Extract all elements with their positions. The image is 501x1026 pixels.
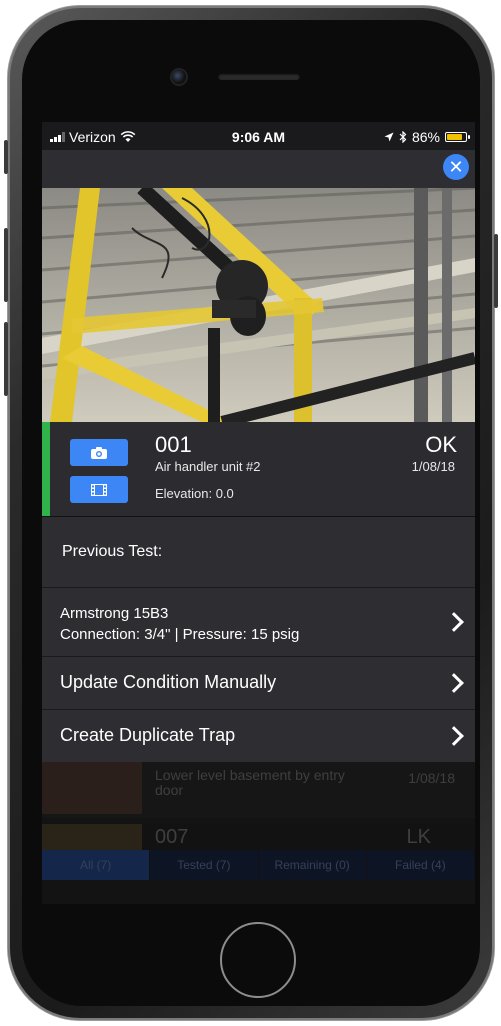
trap-photo[interactable] bbox=[42, 188, 475, 422]
close-icon: ✕ bbox=[448, 157, 464, 177]
location-arrow-icon bbox=[384, 132, 394, 142]
tab-failed[interactable]: Failed (4) bbox=[366, 850, 475, 880]
trap-summary-card: 001 Air handler unit #2 Elevation: 0.0 O… bbox=[42, 422, 475, 517]
status-bar: Verizon 9:06 AM 86% bbox=[42, 122, 475, 150]
front-camera bbox=[172, 70, 186, 84]
update-condition-label: Update Condition Manually bbox=[60, 672, 277, 692]
battery-icon bbox=[445, 132, 470, 142]
volume-up-button bbox=[4, 228, 8, 302]
modal-header: ✕ bbox=[42, 150, 475, 188]
tab-all[interactable]: All (7) bbox=[42, 850, 151, 880]
status-right: 86% bbox=[384, 129, 470, 145]
trap-detail-modal: ✕ 001 Air handler unit #2 Elevation: 0.0… bbox=[42, 150, 475, 762]
previous-test-label: Previous Test: bbox=[62, 543, 163, 560]
close-button[interactable]: ✕ bbox=[443, 154, 469, 180]
trap-model: Armstrong 15B3 bbox=[60, 605, 169, 622]
battery-percent: 86% bbox=[411, 129, 440, 145]
chevron-right-icon bbox=[444, 612, 464, 632]
list-item-thumbnail bbox=[42, 824, 142, 850]
mute-switch bbox=[4, 140, 8, 174]
list-item-date: 1/08/18 bbox=[408, 770, 455, 786]
duplicate-trap-row[interactable]: Create Duplicate Trap bbox=[42, 710, 475, 762]
previous-test-header: Previous Test: bbox=[42, 517, 475, 588]
duplicate-trap-label: Create Duplicate Trap bbox=[60, 725, 236, 745]
list-item-status: LK bbox=[406, 826, 431, 848]
list-item-number: 007 bbox=[155, 826, 189, 848]
status-strip bbox=[42, 422, 50, 516]
list-item: 007 LK bbox=[42, 824, 475, 852]
trap-connection-pressure: Connection: 3/4" | Pressure: 15 psig bbox=[60, 626, 300, 643]
camera-icon bbox=[91, 446, 107, 459]
photo-button[interactable] bbox=[70, 439, 128, 466]
tab-tested[interactable]: Tested (7) bbox=[150, 850, 259, 880]
filter-tabs: All (7) Tested (7) Remaining (0) Failed … bbox=[42, 850, 475, 880]
trap-date: 1/08/18 bbox=[411, 459, 455, 474]
trap-photo-image bbox=[42, 188, 475, 422]
chevron-right-icon bbox=[444, 726, 464, 746]
tab-remaining[interactable]: Remaining (0) bbox=[258, 850, 367, 880]
earpiece-speaker bbox=[218, 73, 300, 80]
trap-description: Air handler unit #2 bbox=[155, 459, 261, 474]
trap-number: 001 bbox=[155, 432, 192, 457]
bluetooth-icon bbox=[399, 131, 407, 143]
chevron-right-icon bbox=[444, 673, 464, 693]
background-trap-list: Lower level basement by entry door 1/08/… bbox=[42, 762, 475, 904]
list-item: Lower level basement by entry door 1/08/… bbox=[42, 762, 475, 818]
trap-status: OK bbox=[425, 432, 457, 457]
home-button[interactable] bbox=[220, 922, 296, 998]
power-button bbox=[494, 234, 498, 308]
screen: Verizon 9:06 AM 86% ✕ 001 Air handler un… bbox=[42, 122, 475, 904]
video-button[interactable] bbox=[70, 476, 128, 503]
film-icon bbox=[91, 483, 107, 496]
volume-down-button bbox=[4, 322, 8, 396]
trap-elevation: Elevation: 0.0 bbox=[155, 486, 234, 501]
list-item-thumbnail bbox=[42, 762, 142, 814]
update-condition-row[interactable]: Update Condition Manually bbox=[42, 657, 475, 710]
trap-model-row[interactable]: Armstrong 15B3 Connection: 3/4" | Pressu… bbox=[42, 588, 475, 657]
list-item-description: Lower level basement by entry door bbox=[155, 767, 345, 798]
